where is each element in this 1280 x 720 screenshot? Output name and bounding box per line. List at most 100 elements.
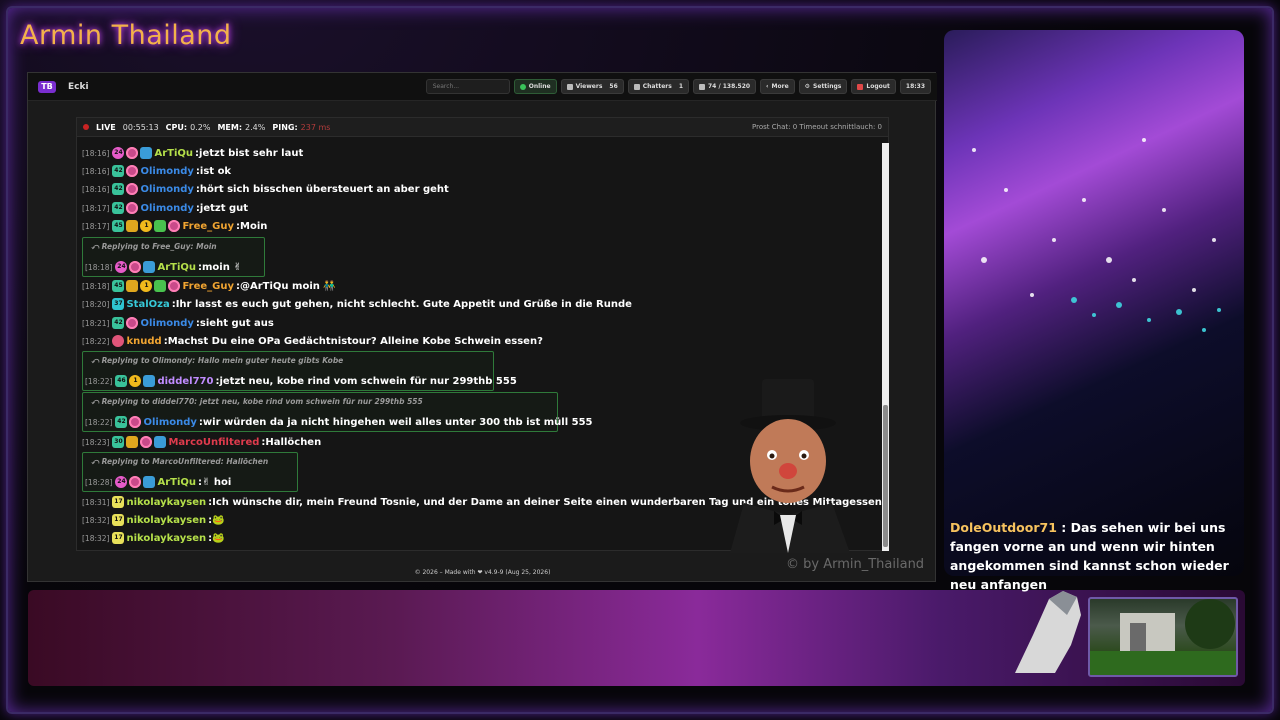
badge-icon (129, 416, 142, 428)
username[interactable]: knudd (126, 336, 161, 347)
badge-icon (140, 436, 153, 448)
reply-text: Replying to Olimondy: Hallo mein guter h… (101, 356, 344, 365)
status-right: Prost Chat: 0 Timeout schnittlauch: 0 (752, 123, 882, 131)
username[interactable]: ArTiQu (154, 148, 193, 159)
chat-message: [18:32] 17 nikolaykaysen: 🐸 (82, 511, 225, 529)
reply-text: Replying to diddel770: jetzt neu, kobe r… (101, 397, 423, 406)
reply-block: ⤺ Replying to Free_Guy: Moin [18:18] 24 … (82, 237, 265, 277)
message-text: wir würden da ja nicht hingehen weil all… (202, 416, 593, 428)
viewers-label: Viewers (575, 83, 603, 90)
chat-message: [18:23] 30 MarcoUnfiltered: Hallöchen (82, 433, 321, 451)
username[interactable]: Olimondy (140, 203, 193, 214)
online-button[interactable]: Online (513, 79, 557, 94)
ping-label: PING: (272, 122, 298, 132)
username[interactable]: Olimondy (140, 184, 193, 195)
timestamp: [18:22] (85, 376, 113, 386)
clock: 18:33 (899, 79, 931, 94)
crown-icon (126, 220, 139, 232)
message-icon (699, 83, 705, 90)
username[interactable]: ArTiQu (157, 477, 196, 488)
timestamp: [18:31] (82, 497, 110, 507)
username[interactable]: Free_Guy (182, 221, 234, 232)
status-bar: LIVE 00:55:13 CPU: 0.2% MEM: 2.4% PING: 237… (76, 117, 889, 137)
badge-icon (168, 280, 181, 292)
reply-context: ⤺ Replying to Olimondy: Hallo mein guter… (91, 356, 343, 366)
message-text: hört sich bisschen übersteuert an aber g… (199, 183, 449, 195)
app-name: Ecki (68, 81, 89, 92)
more-button[interactable]: ‹ More (760, 79, 795, 94)
username[interactable]: MarcoUnfiltered (168, 437, 259, 448)
username[interactable]: nikolaykaysen (126, 533, 206, 544)
reply-context: ⤺ Replying to MarcoUnfiltered: Hallöchen (91, 457, 268, 467)
search-input[interactable]: Search... (425, 79, 510, 94)
chatters-label: Chatters (642, 83, 672, 90)
more-label: More (771, 83, 789, 90)
badge: 45 (112, 280, 125, 292)
badge: 30 (112, 436, 125, 448)
reply-icon: ⤺ (91, 356, 102, 365)
chat-message: [18:28] 24 ArTiQu: ✌ hoi (85, 473, 231, 491)
messages-button[interactable]: 74 / 138.520 (693, 79, 757, 94)
timestamp: [18:17] (82, 221, 110, 231)
chat-message: [18:21] 42 Olimondy: sieht gut aus (82, 314, 274, 332)
message-text: ist ok (199, 165, 232, 177)
message-text: jetzt gut (199, 202, 249, 214)
chat-scroll-thumb[interactable] (883, 405, 888, 547)
badge: 1 (140, 220, 153, 232)
chat-message: [18:22] 42 Olimondy: wir würden da ja ni… (85, 413, 593, 431)
username[interactable]: Olimondy (140, 318, 193, 329)
username[interactable]: StalOza (126, 299, 169, 310)
message-text: Moin (240, 220, 268, 232)
badge: 46 (115, 375, 128, 387)
badge: 42 (112, 202, 125, 214)
badge: 45 (112, 220, 125, 232)
chat-message: [18:18] 24 ArTiQu: moin ✌ (85, 258, 242, 276)
chat-message: [18:22] knudd: Machst Du eine OPa Gedäch… (82, 332, 543, 350)
live-time: 00:55:13 (122, 122, 159, 132)
chat-message: [18:16] 24 ArTiQu: jetzt bist sehr laut (82, 144, 303, 162)
username[interactable]: Free_Guy (182, 281, 234, 292)
badge: 17 (112, 532, 125, 544)
badge: 1 (129, 375, 142, 387)
message-text: 🐸 (212, 514, 225, 526)
live-label: LIVE (96, 122, 116, 132)
reply-text: Replying to MarcoUnfiltered: Hallöchen (101, 457, 269, 466)
username[interactable]: Olimondy (140, 166, 193, 177)
timestamp: [18:18] (85, 262, 113, 272)
timestamp: [18:17] (82, 203, 110, 213)
message-text: 🐸 (212, 532, 225, 544)
username[interactable]: nikolaykaysen (126, 497, 206, 508)
badge: 24 (112, 147, 125, 159)
message-text: Ihr lasst es euch gut gehen, nicht schle… (175, 298, 632, 310)
toolbar: Search... Online Viewers 56 Chatters 1 74 … (425, 79, 931, 94)
timestamp: [18:18] (82, 281, 110, 291)
username[interactable]: diddel770 (157, 376, 213, 387)
reply-icon: ⤺ (91, 242, 102, 251)
username[interactable]: nikolaykaysen (126, 515, 206, 526)
chat-message: [18:18] 45 1 Free_Guy: @ArTiQu moin 👬 (82, 277, 336, 295)
badge: 17 (112, 496, 125, 508)
badge-icon (126, 202, 139, 214)
timestamp: [18:32] (82, 515, 110, 525)
gear-icon: ⚙ (804, 83, 811, 90)
username[interactable]: ArTiQu (157, 262, 196, 273)
settings-button[interactable]: ⚙ Settings (798, 79, 848, 94)
reply-block: ⤺ Replying to diddel770: jetzt neu, kobe… (82, 392, 593, 432)
cpu-value: 0.2% (190, 122, 211, 132)
top-bar: TB Ecki Search... Online Viewers 56 Chatt… (28, 73, 937, 101)
chat-message: [18:22] 46 1 diddel770: jetzt neu, kobe … (85, 372, 517, 390)
timestamp: [18:28] (85, 477, 113, 487)
username[interactable]: Olimondy (143, 417, 196, 428)
timestamp: [18:20] (82, 299, 110, 309)
badge-icon (154, 436, 167, 448)
viewers-button[interactable]: Viewers 56 (560, 79, 624, 94)
logout-button[interactable]: Logout (851, 79, 896, 94)
crown-icon (126, 436, 139, 448)
sparkle-background (972, 138, 1221, 332)
badge-icon (126, 147, 139, 159)
timestamp: [18:16] (82, 166, 110, 176)
chatters-button[interactable]: Chatters 1 (627, 79, 689, 94)
settings-label: Settings (813, 83, 842, 90)
crown-icon (126, 280, 139, 292)
badge-icon (112, 335, 125, 347)
